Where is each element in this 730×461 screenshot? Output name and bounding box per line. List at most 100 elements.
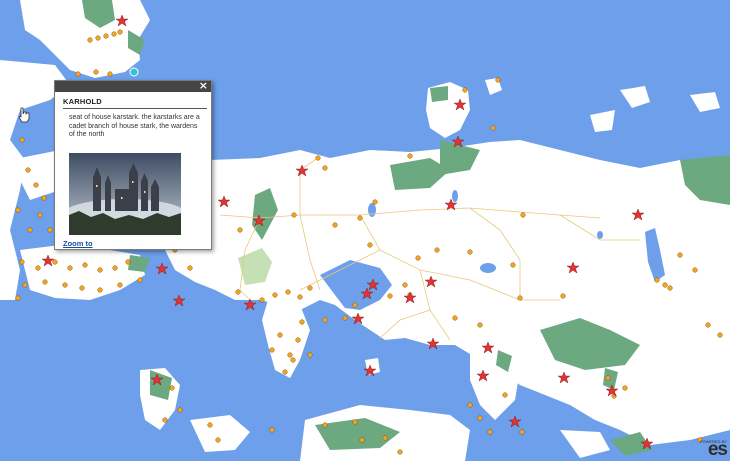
- marker: [359, 437, 365, 443]
- marker: [62, 282, 68, 288]
- marker: [27, 227, 33, 233]
- marker: [667, 285, 673, 291]
- popup-header: ×: [55, 79, 211, 92]
- marker: [415, 255, 421, 261]
- marker: [269, 427, 275, 433]
- popup-title: KARHOLD: [63, 97, 102, 106]
- marker: [33, 182, 39, 188]
- marker: [37, 212, 43, 218]
- selected-marker[interactable]: [129, 67, 139, 77]
- marker: [452, 315, 458, 321]
- marker: [510, 262, 516, 268]
- marker: [477, 415, 483, 421]
- marker: [169, 385, 175, 391]
- marker: [307, 352, 313, 358]
- marker: [237, 227, 243, 233]
- marker: [187, 265, 193, 271]
- marker: [490, 125, 496, 131]
- marker: [307, 285, 313, 291]
- marker: [117, 282, 123, 288]
- marker: [107, 71, 113, 77]
- marker: [15, 207, 21, 213]
- marker: [79, 285, 85, 291]
- marker: [434, 247, 440, 253]
- esri-logo[interactable]: es: [708, 439, 728, 461]
- marker: [207, 422, 213, 428]
- marker: [692, 267, 698, 273]
- marker: [97, 287, 103, 293]
- marker: [357, 215, 363, 221]
- marker: [367, 242, 373, 248]
- marker: [277, 332, 283, 338]
- marker: [519, 429, 525, 435]
- marker: [495, 77, 501, 83]
- marker: [82, 262, 88, 268]
- marker: [285, 289, 291, 295]
- marker: [342, 315, 348, 321]
- marker: [177, 407, 183, 413]
- popup-description: seat of house karstark. the karstarks ar…: [69, 114, 200, 138]
- marker: [97, 267, 103, 273]
- marker: [162, 417, 168, 423]
- marker: [382, 435, 388, 441]
- info-popup[interactable]: × KARHOLD seat of house karstark. the ka…: [54, 79, 212, 250]
- marker: [622, 385, 628, 391]
- marker: [295, 337, 301, 343]
- marker: [67, 265, 73, 271]
- marker: [462, 87, 468, 93]
- marker: [322, 317, 328, 323]
- marker: [272, 292, 278, 298]
- marker: [402, 282, 408, 288]
- marker: [372, 199, 378, 205]
- marker: [467, 402, 473, 408]
- marker: [407, 153, 413, 159]
- marker: [137, 277, 143, 283]
- marker: [315, 155, 321, 161]
- marker: [22, 282, 28, 288]
- marker: [467, 249, 473, 255]
- marker: [95, 35, 101, 41]
- marker: [605, 375, 611, 381]
- marker: [103, 33, 109, 39]
- marker: [352, 302, 358, 308]
- marker: [662, 282, 668, 288]
- marker: [291, 212, 297, 218]
- marker: [215, 437, 221, 443]
- marker: [287, 352, 293, 358]
- marker: [322, 165, 328, 171]
- marker: [87, 37, 93, 43]
- marker: [705, 322, 711, 328]
- marker: [112, 265, 118, 271]
- marker: [502, 392, 508, 398]
- marker: [19, 259, 25, 265]
- marker: [517, 295, 523, 301]
- marker: [677, 252, 683, 258]
- castle-image: [69, 153, 181, 235]
- marker: [717, 332, 723, 338]
- marker: [397, 449, 403, 455]
- marker: [290, 357, 296, 363]
- marker: [487, 429, 493, 435]
- marker: [477, 322, 483, 328]
- marker: [25, 167, 31, 173]
- marker: [299, 319, 305, 325]
- marker: [352, 419, 358, 425]
- marker: [41, 195, 47, 201]
- marker: [332, 222, 338, 228]
- marker: [387, 293, 393, 299]
- marker: [19, 137, 25, 143]
- marker: [654, 277, 660, 283]
- zoom-to-link[interactable]: Zoom to: [63, 239, 93, 248]
- marker: [560, 293, 566, 299]
- marker: [35, 265, 41, 271]
- marker: [297, 294, 303, 300]
- marker: [93, 69, 99, 75]
- marker: [42, 279, 48, 285]
- close-icon[interactable]: ×: [199, 79, 208, 92]
- marker: [520, 212, 526, 218]
- marker: [322, 422, 328, 428]
- marker: [125, 259, 131, 265]
- marker: [75, 71, 81, 77]
- marker: [47, 227, 53, 233]
- marker: [282, 369, 288, 375]
